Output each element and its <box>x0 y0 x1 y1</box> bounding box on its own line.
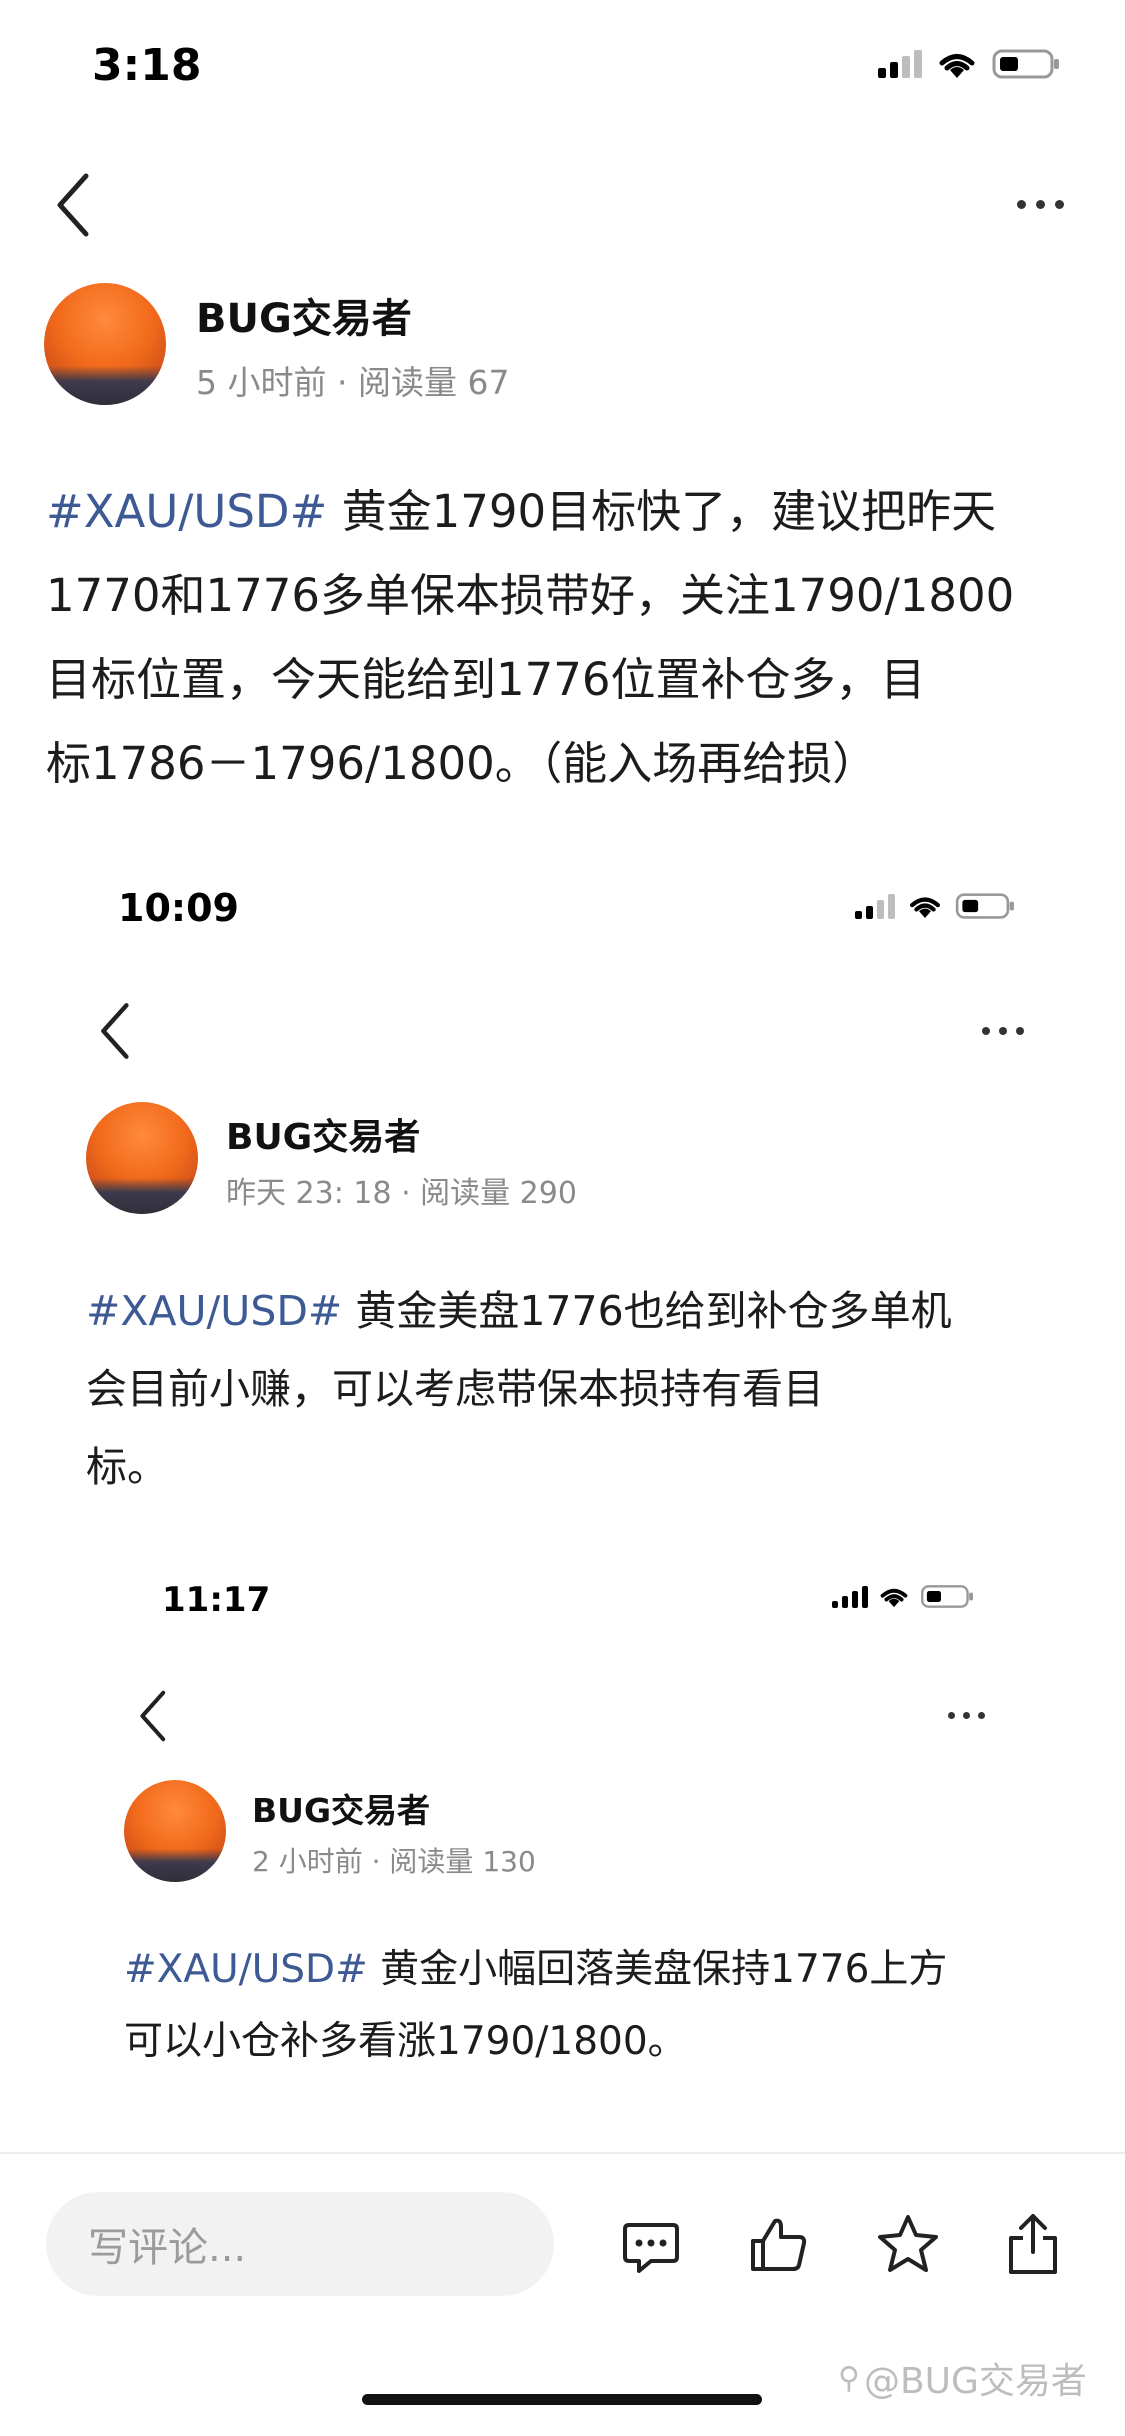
signal-icon <box>878 50 922 78</box>
status-time: 11:17 <box>162 1580 271 1620</box>
post-line: #XAU/USD# 黄金1790目标快了，建议把昨天 <box>46 485 997 538</box>
status-time: 10:09 <box>118 886 239 930</box>
post-line: 标1786－1796/1800。（能入场再给损） <box>46 737 878 790</box>
post-body: #XAU/USD# 黄金1790目标快了，建议把昨天 1770和1776多单保本… <box>46 470 1014 806</box>
post-body: #XAU/USD# 黄金小幅回落美盘保持1776上方 可以小仓补多看涨1790/… <box>124 1934 947 2078</box>
wifi-icon <box>907 892 943 920</box>
signal-icon <box>832 1585 868 1608</box>
wifi-icon <box>936 48 978 80</box>
like-icon[interactable] <box>744 2210 814 2280</box>
comment-placeholder: 写评论... <box>88 2225 247 2271</box>
avatar[interactable] <box>44 283 166 405</box>
weibo-logo-icon: ⚲ <box>838 2360 860 2396</box>
post-meta: 2 小时前 · 阅读量 130 <box>252 1845 536 1878</box>
battery-icon <box>920 1584 976 1609</box>
avatar[interactable] <box>124 1780 226 1882</box>
divider <box>0 2152 1125 2154</box>
more-button[interactable] <box>948 1712 985 1719</box>
wifi-icon <box>878 1584 910 1609</box>
status-icons <box>832 1584 976 1609</box>
hashtag-link[interactable]: #XAU/USD# <box>46 485 327 538</box>
back-button[interactable] <box>96 1000 132 1066</box>
share-icon[interactable] <box>998 2206 1068 2280</box>
watermark: ⚲ @BUG交易者 <box>838 2352 1087 2404</box>
more-button[interactable] <box>982 1027 1024 1035</box>
star-icon[interactable] <box>872 2208 944 2280</box>
post-meta: 昨天 23: 18 · 阅读量 290 <box>226 1176 577 1211</box>
avatar[interactable] <box>86 1102 198 1214</box>
author-name[interactable]: BUG交易者 <box>196 286 412 344</box>
hashtag-link[interactable]: #XAU/USD# <box>86 1287 342 1335</box>
battery-icon <box>992 48 1062 80</box>
signal-icon <box>855 893 895 919</box>
post-line: #XAU/USD# 黄金小幅回落美盘保持1776上方 <box>124 1947 948 1992</box>
post-line: 1770和1776多单保本损带好，关注1790/1800 <box>46 569 1015 622</box>
status-icons <box>878 48 1062 80</box>
more-button[interactable] <box>1017 200 1064 209</box>
post-line: 会目前小赚，可以考虑带保本损持有看目 <box>86 1365 824 1413</box>
post-body: #XAU/USD# 黄金美盘1776也给到补仓多单机 会目前小赚，可以考虑带保本… <box>86 1272 952 1506</box>
comment-icon[interactable] <box>616 2212 686 2282</box>
post-line: 可以小仓补多看涨1790/1800。 <box>124 2019 687 2064</box>
status-icons <box>855 892 1017 920</box>
battery-icon <box>955 892 1017 920</box>
post-line: 目标位置，今天能给到1776位置补仓多，目 <box>46 653 926 706</box>
comment-input[interactable]: 写评论... <box>46 2192 554 2296</box>
back-button[interactable] <box>52 170 92 244</box>
post-meta: 5 小时前 · 阅读量 67 <box>196 363 510 402</box>
hashtag-link[interactable]: #XAU/USD# <box>124 1947 368 1992</box>
back-button[interactable] <box>136 1688 168 1748</box>
home-indicator[interactable] <box>362 2394 762 2405</box>
watermark-text: @BUG交易者 <box>863 2361 1087 2402</box>
author-name[interactable]: BUG交易者 <box>252 1784 430 1832</box>
status-time: 3:18 <box>92 40 202 91</box>
author-name[interactable]: BUG交易者 <box>226 1108 420 1160</box>
post-line: #XAU/USD# 黄金美盘1776也给到补仓多单机 <box>86 1287 952 1335</box>
post-line: 标。 <box>86 1443 168 1491</box>
